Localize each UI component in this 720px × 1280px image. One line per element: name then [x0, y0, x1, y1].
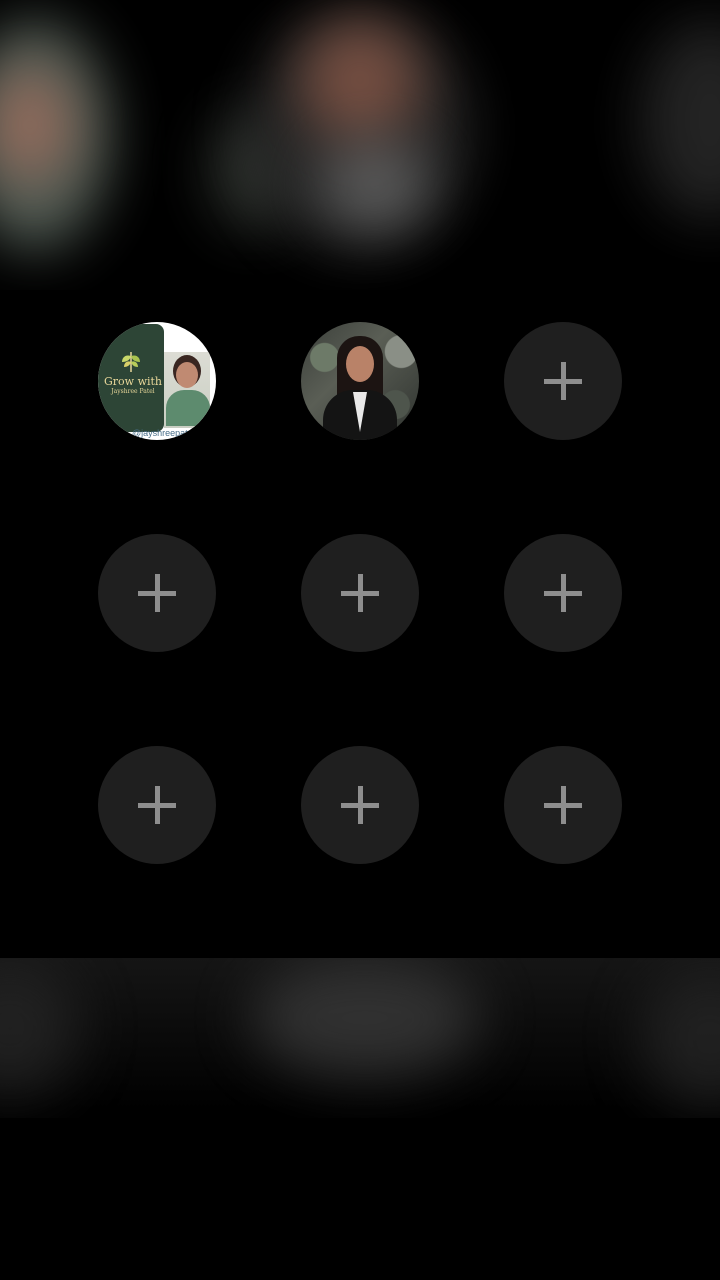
add-cover-button[interactable] — [504, 746, 622, 864]
screen: Grow with Jayshree Patel @jayshreepatel — [0, 0, 720, 1280]
plus-icon — [544, 362, 582, 400]
add-cover-button[interactable] — [301, 534, 419, 652]
plus-icon — [544, 574, 582, 612]
person-dress — [166, 390, 210, 426]
plus-icon — [341, 786, 379, 824]
person-face — [176, 362, 198, 388]
plus-icon — [544, 786, 582, 824]
handle-text: @jayshreepatel — [132, 428, 195, 438]
person-face — [346, 346, 374, 382]
add-cover-button[interactable] — [98, 746, 216, 864]
add-cover-button[interactable] — [98, 534, 216, 652]
add-cover-button[interactable] — [504, 322, 622, 440]
brand-subtitle: Jayshree Patel — [111, 388, 155, 395]
leaf-icon — [122, 352, 140, 373]
plus-icon — [341, 574, 379, 612]
add-cover-button[interactable] — [504, 534, 622, 652]
avatar-grow-with[interactable]: Grow with Jayshree Patel @jayshreepatel — [98, 322, 216, 440]
brand-card: Grow with Jayshree Patel — [98, 324, 164, 432]
brand-title: Grow with — [103, 375, 163, 388]
cover-grid: Grow with Jayshree Patel @jayshreepatel — [0, 0, 720, 1280]
plus-icon — [138, 786, 176, 824]
plus-icon — [138, 574, 176, 612]
add-cover-button[interactable] — [301, 746, 419, 864]
avatar-profile-photo[interactable] — [301, 322, 419, 440]
